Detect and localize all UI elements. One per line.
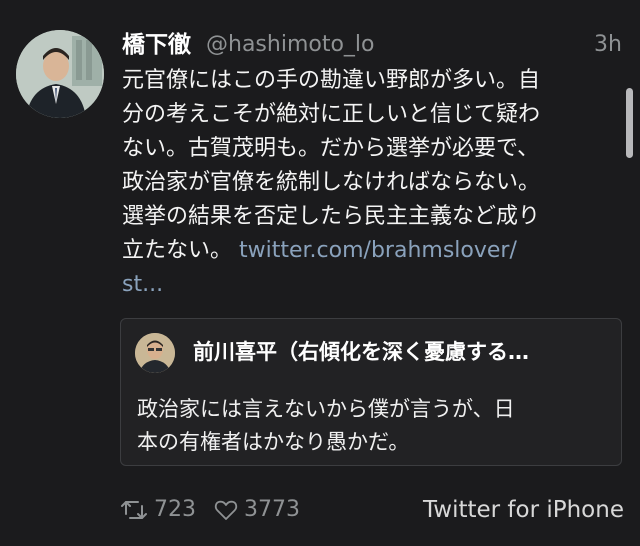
tweet-link-continued[interactable]: st... xyxy=(122,272,163,297)
tweet-text-line-with-link: 立たない。 twitter.com/brahmslover/ xyxy=(122,234,608,268)
tweet-timestamp[interactable]: 3h xyxy=(594,28,622,62)
tweet-text-fragment: 立たない。 xyxy=(122,238,233,263)
quoted-author-avatar xyxy=(135,333,175,373)
tweet-header: 橋下徹 @hashimoto_lo 3h xyxy=(122,28,622,62)
tweet-text-line: st... xyxy=(122,268,608,302)
tweet-text-line: 元官僚にはこの手の勘違い野郎が多い。自 xyxy=(122,68,541,93)
quoted-profile-photo-icon xyxy=(135,333,175,373)
quoted-tweet[interactable]: 前川喜平（右傾化を深く憂慮する… 政治家には言えないから僕が言うが、日 本の有権… xyxy=(120,318,622,466)
retweet-count[interactable]: 723 xyxy=(154,492,196,528)
tweet[interactable]: 橋下徹 @hashimoto_lo 3h 元官僚にはこの手の勘違い野郎が多い。自… xyxy=(0,0,640,546)
heart-icon[interactable] xyxy=(214,499,238,525)
profile-photo-icon xyxy=(16,30,104,118)
tweet-text-line: 政治家が官僚を統制しなければならない。 xyxy=(122,170,541,195)
tweet-text-line: ない。古賀茂明も。だから選挙が必要で、 xyxy=(122,136,540,161)
tweet-actions: 723 3773 Twitter for iPhone xyxy=(120,492,624,528)
quoted-text-line: 政治家には言えないから僕が言うが、日 xyxy=(137,397,515,421)
like-count[interactable]: 3773 xyxy=(244,492,300,528)
quoted-author-name: 前川喜平（右傾化を深く憂慮する… xyxy=(193,340,529,364)
author-avatar[interactable] xyxy=(16,30,104,118)
tweet-link[interactable]: twitter.com/brahmslover/ xyxy=(239,238,517,263)
author-handle[interactable]: @hashimoto_lo xyxy=(206,28,375,62)
scrollbar[interactable] xyxy=(626,88,633,158)
author-display-name[interactable]: 橋下徹 xyxy=(122,28,191,62)
tweet-text: 元官僚にはこの手の勘違い野郎が多い。自 分の考えこそが絶対に正しいと信じて疑わ … xyxy=(122,64,608,302)
quoted-tweet-text: 政治家には言えないから僕が言うが、日 本の有権者はかなり愚かだ。 xyxy=(137,393,607,459)
tweet-text-line: 分の考えこそが絶対に正しいと信じて疑わ xyxy=(122,102,541,127)
tweet-source[interactable]: Twitter for iPhone xyxy=(423,492,624,528)
quoted-text-line: 本の有権者はかなり愚かだ。 xyxy=(137,430,410,454)
tweet-text-line: 選挙の結果を否定したら民主主義など成り xyxy=(122,204,541,229)
retweet-icon[interactable] xyxy=(120,498,148,526)
